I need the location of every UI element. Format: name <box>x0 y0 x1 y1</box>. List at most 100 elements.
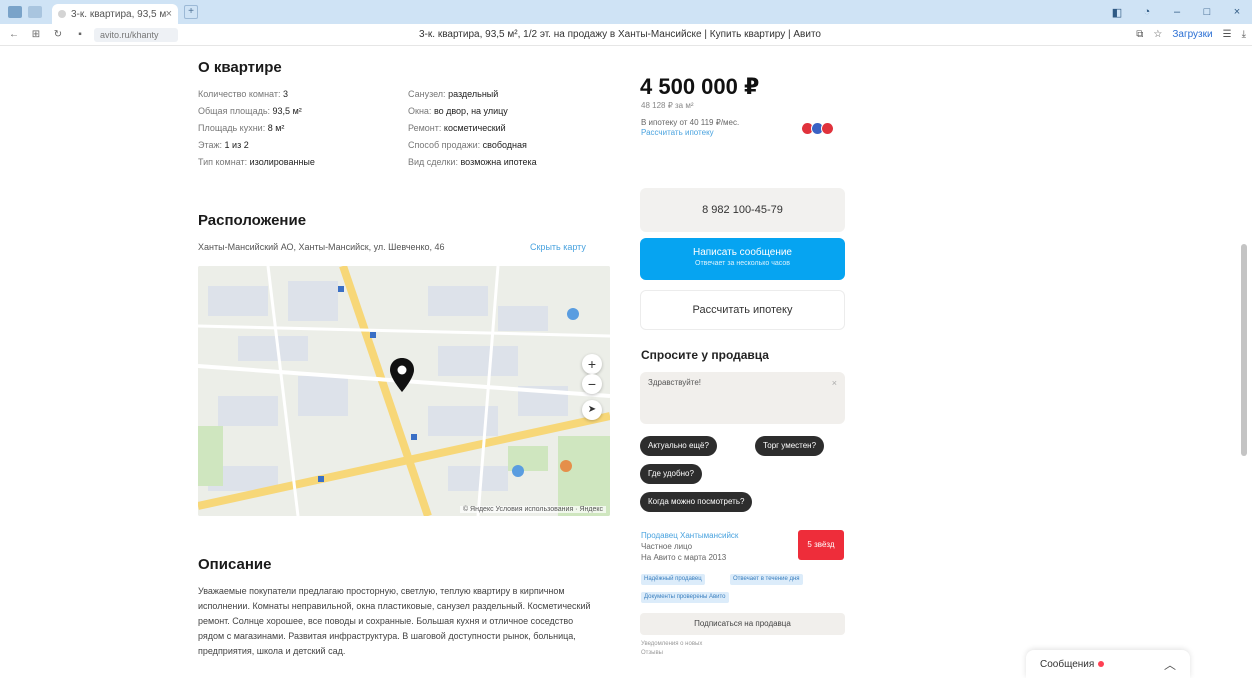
favicon-icon <box>58 10 66 18</box>
param-row: Общая площадь: 93,5 м² <box>198 103 315 120</box>
seller-info: Продавец Хантымансийск Частное лицо На А… <box>641 530 791 563</box>
mortgage-line: В ипотеку от 40 119 ₽/мес. <box>641 118 740 127</box>
description-title: Описание <box>198 556 272 573</box>
calc-mortgage-button[interactable]: Рассчитать ипотеку <box>640 290 845 330</box>
reviews-link[interactable]: Отзывы <box>641 649 702 658</box>
collections-icon[interactable]: ◧ <box>1102 6 1132 19</box>
tabs-icon[interactable]: ⊞ <box>28 29 44 40</box>
write-message-sub: Отвечает за несколько часов <box>695 260 790 267</box>
browser-tabbar: 3-к. квартира, 93,5 м² × + ◧ ◔ – □ × <box>0 0 1252 24</box>
seller-tag: Отвечает в течение дня <box>730 574 803 585</box>
param-value: раздельный <box>448 89 499 99</box>
description-text: Уважаемые покупатели предлагаю просторну… <box>198 586 591 656</box>
reader-icon[interactable]: ⧉ <box>1136 29 1143 40</box>
scrollbar-thumb[interactable] <box>1241 244 1247 456</box>
subscribe-note: Уведомления о новых Отзывы <box>641 640 702 658</box>
param-value: 8 м² <box>267 123 285 133</box>
chevron-up-icon[interactable]: ︿ <box>1164 656 1176 673</box>
param-key: Количество комнат: <box>198 89 281 99</box>
bookmark-icon[interactable]: ☆ <box>1153 29 1162 40</box>
param-value: во двор, на улицу <box>433 106 508 116</box>
param-key: Санузел: <box>408 89 446 99</box>
param-key: Вид сделки: <box>408 157 458 167</box>
messenger-label: Сообщения <box>1040 658 1095 670</box>
seller-tag: Надёжный продавец <box>641 574 705 585</box>
menu-icon[interactable]: ☰ <box>1223 29 1232 40</box>
zoom-out-button[interactable]: − <box>582 374 602 394</box>
unread-dot <box>1098 661 1105 667</box>
messenger-bar[interactable]: Сообщения ︿ <box>1026 650 1190 678</box>
geolocation-button[interactable]: ➤ <box>582 400 602 420</box>
param-key: Тип комнат: <box>198 157 248 167</box>
param-row: Вид сделки: возможна ипотека <box>408 154 537 171</box>
param-value: 3 <box>282 89 288 99</box>
profile-icon[interactable]: ◔ <box>1132 6 1162 18</box>
param-key: Окна: <box>408 106 432 116</box>
phone-button[interactable]: 8 982 100-45-79 <box>640 188 845 232</box>
seller-rating-badge: 5 звёзд <box>798 530 844 560</box>
seller-name[interactable]: Продавец Хантымансийск <box>641 530 791 541</box>
scrollbar[interactable] <box>1240 48 1248 678</box>
write-message-label: Написать сообщение <box>692 247 792 258</box>
subscribe-button[interactable]: Подписаться на продавца <box>640 613 845 635</box>
close-window-icon[interactable]: × <box>1222 6 1252 18</box>
browser-tab[interactable]: 3-к. квартира, 93,5 м² × <box>52 4 178 24</box>
param-key: Способ продажи: <box>408 140 481 150</box>
clear-icon[interactable]: × <box>832 378 837 388</box>
maximize-icon[interactable]: □ <box>1192 6 1222 18</box>
new-tab-button[interactable]: + <box>184 5 198 19</box>
ask-seller-text: Здравствуйте! <box>648 378 702 387</box>
mortgage-link[interactable]: Рассчитать ипотеку <box>641 128 739 138</box>
close-tab-icon[interactable]: × <box>166 8 172 20</box>
window-controls: ◧ ◔ – □ × <box>1102 0 1252 24</box>
write-message-button[interactable]: Написать сообщение Отвечает за несколько… <box>640 238 845 280</box>
download-icon[interactable]: ⤓ <box>1242 29 1246 40</box>
param-value: косметический <box>443 123 506 133</box>
site-url[interactable]: avito.ru/khanty <box>94 27 178 42</box>
param-row: Площадь кухни: 8 м² <box>198 120 315 137</box>
mortgage-info: В ипотеку от 40 119 ₽/мес. Рассчитать ип… <box>641 118 739 138</box>
ask-seller-title: Спросите у продавца <box>641 348 769 362</box>
reload-icon[interactable]: ↻ <box>50 29 66 40</box>
tab-actions-icon[interactable] <box>28 6 42 18</box>
param-key: Площадь кухни: <box>198 123 266 133</box>
tab-title: 3-к. квартира, 93,5 м² <box>71 8 166 20</box>
about-params-left: Количество комнат: 3 Общая площадь: 93,5… <box>198 86 315 171</box>
param-key: Этаж: <box>198 140 223 150</box>
quick-question-chip[interactable]: Когда можно посмотреть? <box>640 492 753 512</box>
location-title: Расположение <box>198 212 307 229</box>
location-pin-icon <box>390 358 414 392</box>
param-row: Санузел: раздельный <box>408 86 537 103</box>
downloads-link[interactable]: Загрузки <box>1172 29 1212 40</box>
back-icon[interactable]: ← <box>6 29 22 40</box>
bank-badges <box>801 122 834 135</box>
window-menu-icon[interactable] <box>8 6 22 18</box>
price: 4 500 000 ₽ <box>640 74 760 99</box>
quick-question-chip[interactable]: Торг уместен? <box>755 436 825 456</box>
param-value: свободная <box>482 140 527 150</box>
hide-map-link[interactable]: Скрыть карту <box>530 242 586 252</box>
map-copyright[interactable]: © Яндекс Условия использования · Яндекс <box>459 506 606 513</box>
map[interactable]: + − ➤ © Яндекс Условия использования · Я… <box>198 266 610 516</box>
param-value: возможна ипотека <box>460 157 537 167</box>
param-key: Общая площадь: <box>198 106 271 116</box>
param-row: Ремонт: косметический <box>408 120 537 137</box>
param-row: Окна: во двор, на улицу <box>408 103 537 120</box>
address-bar: ← ⊞ ↻ ▪ avito.ru/khanty 3-к. квартира, 9… <box>0 24 1252 46</box>
quick-question-chip[interactable]: Где удобно? <box>640 464 702 484</box>
param-value: 1 из 2 <box>224 140 249 150</box>
bank-logo-icon <box>821 122 834 135</box>
param-row: Тип комнат: изолированные <box>198 154 315 171</box>
price-per-m2: 48 128 ₽ за м² <box>641 101 694 110</box>
param-row: Способ продажи: свободная <box>408 137 537 154</box>
zoom-in-button[interactable]: + <box>582 354 602 374</box>
lock-icon: ▪ <box>78 29 82 40</box>
minimize-icon[interactable]: – <box>1162 6 1192 18</box>
param-value: 93,5 м² <box>272 106 302 116</box>
ask-seller-input[interactable]: Здравствуйте! × <box>640 372 845 424</box>
param-row: Количество комнат: 3 <box>198 86 315 103</box>
about-params-right: Санузел: раздельный Окна: во двор, на ул… <box>408 86 537 171</box>
subscribe-note-line: Уведомления о новых <box>641 641 703 647</box>
seller-tag: Документы проверены Авито <box>641 592 729 603</box>
quick-question-chip[interactable]: Актуально ещё? <box>640 436 717 456</box>
